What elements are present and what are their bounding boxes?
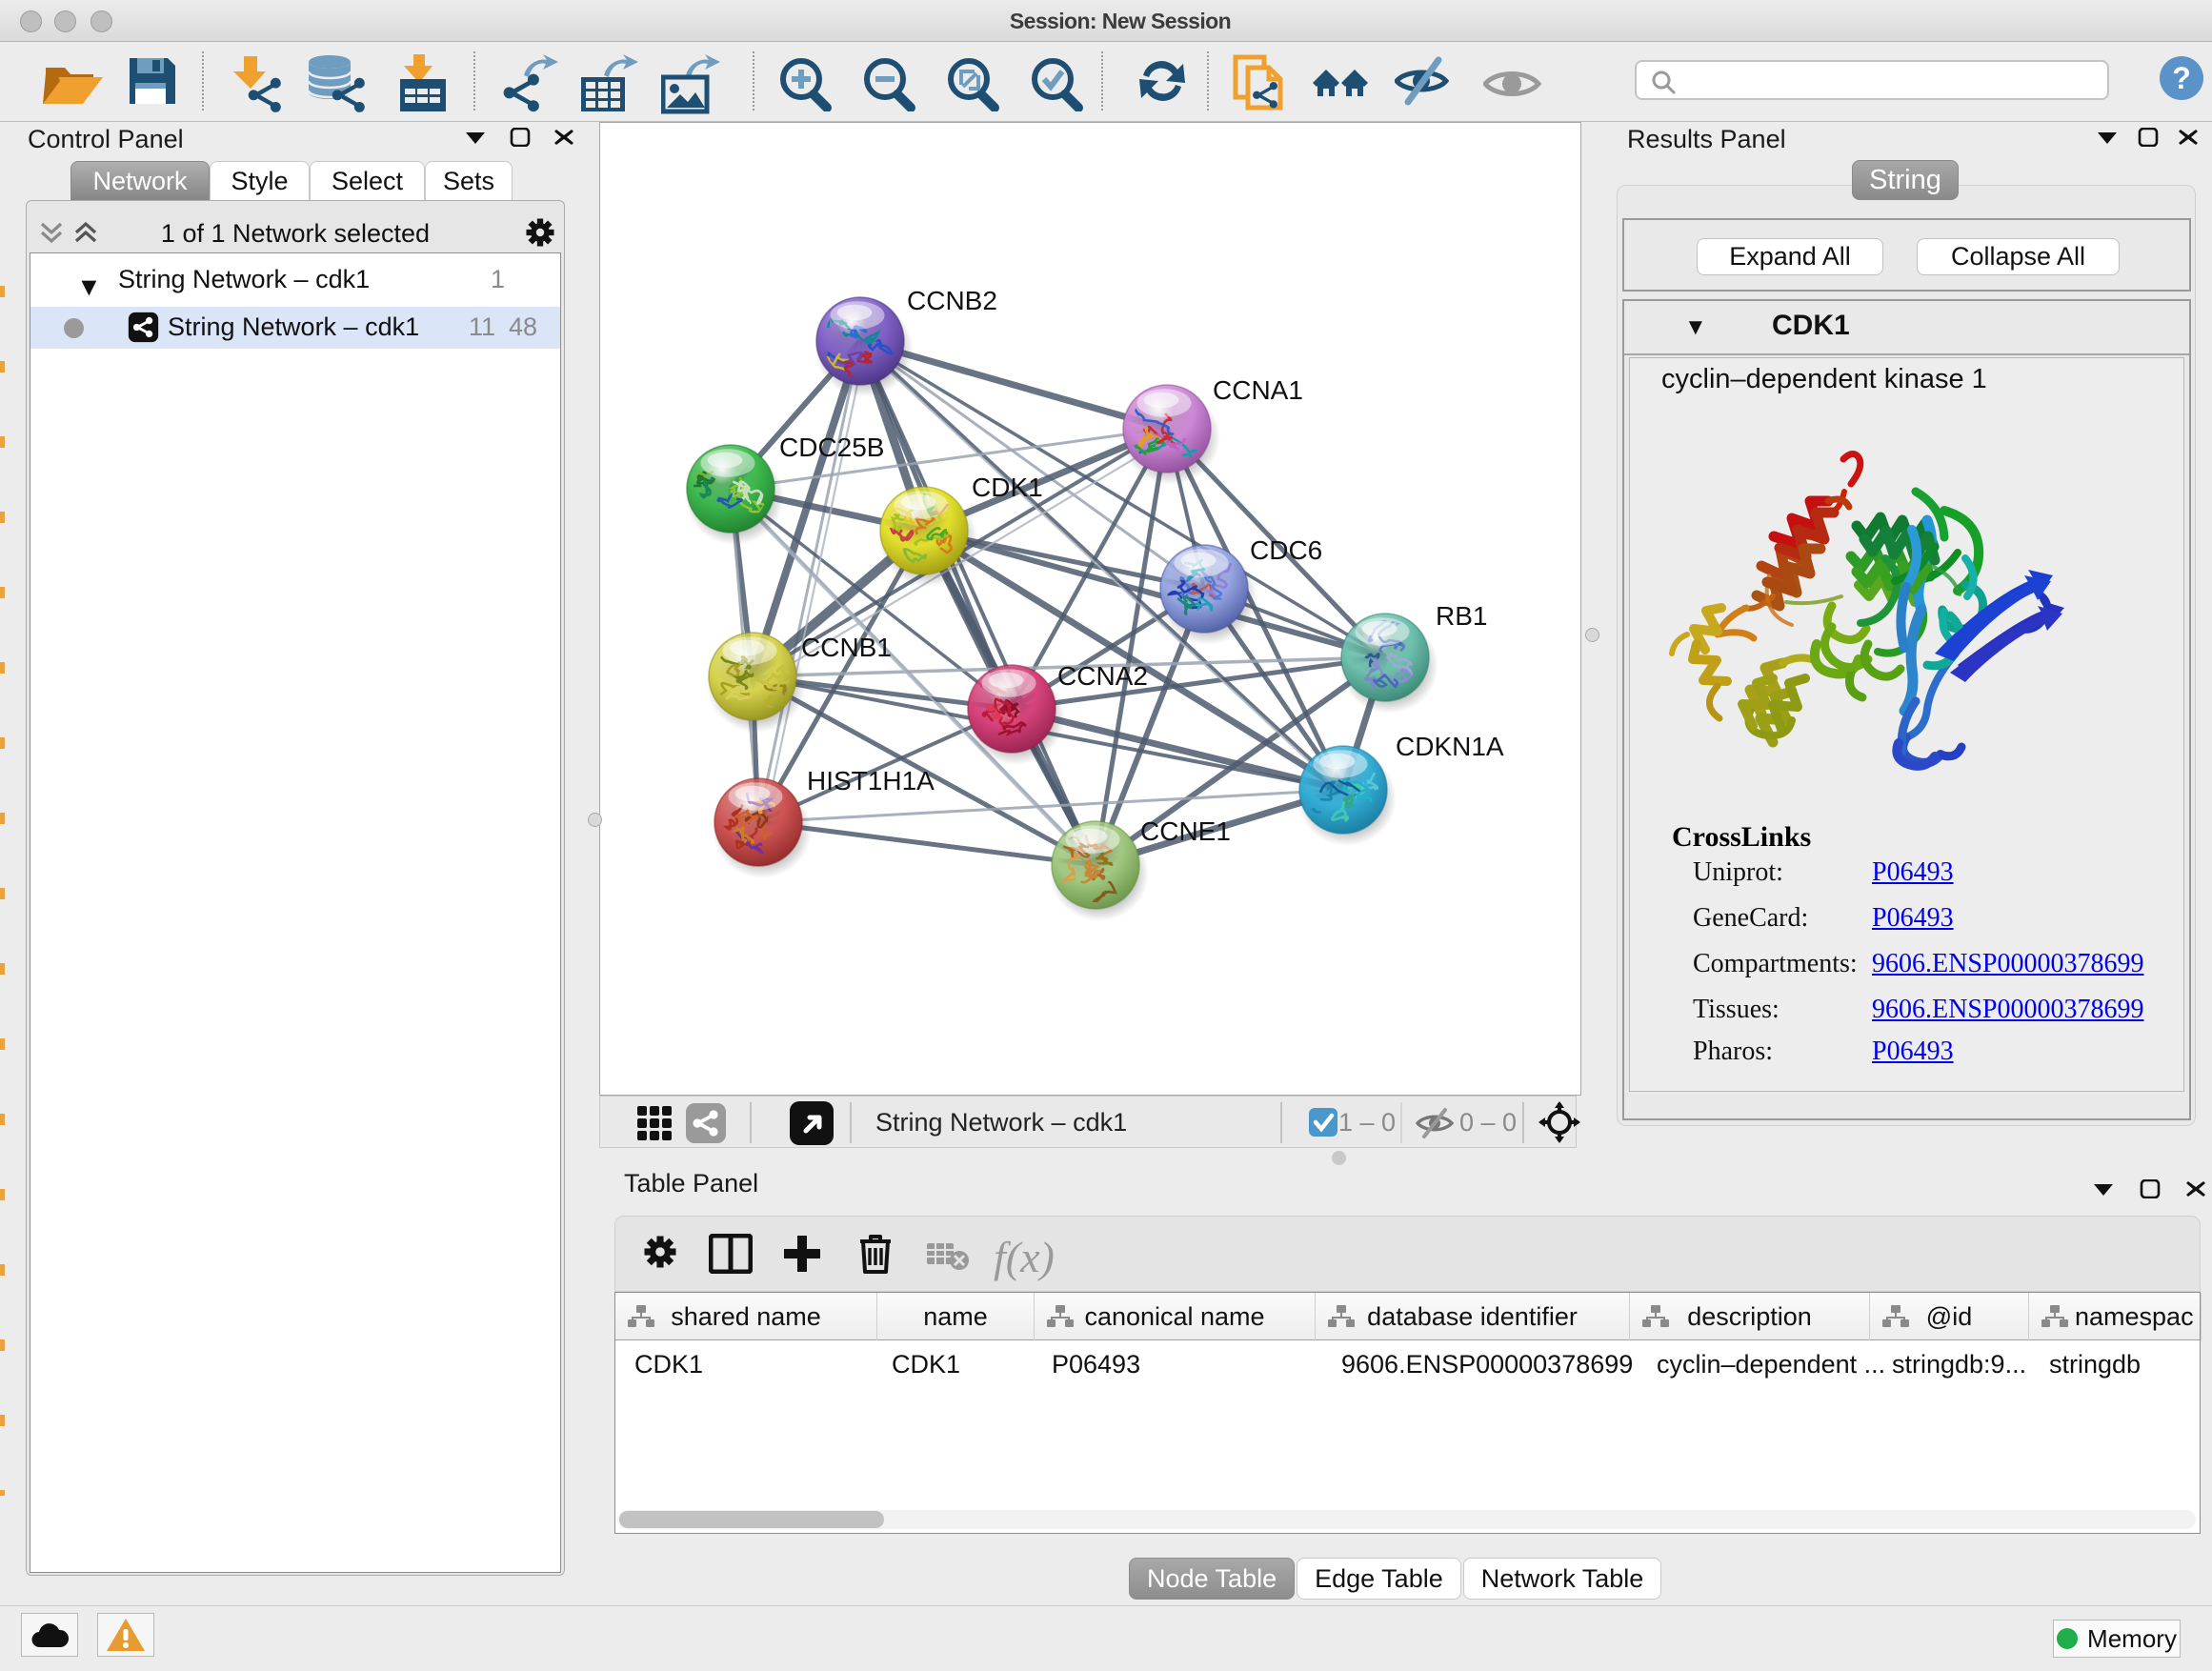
svg-text:CCNE1: CCNE1 (1140, 816, 1231, 846)
svg-text:CDK1: CDK1 (972, 473, 1043, 502)
svg-text:CCNB2: CCNB2 (907, 286, 997, 315)
svg-text:CCNA1: CCNA1 (1213, 375, 1303, 405)
svg-text:CCNB1: CCNB1 (801, 633, 892, 662)
svg-text:?: ? (2172, 61, 2191, 95)
svg-text:RB1: RB1 (1436, 601, 1487, 631)
svg-text:CCNA2: CCNA2 (1057, 661, 1148, 691)
svg-text:CDC25B: CDC25B (779, 433, 884, 462)
svg-text:HIST1H1A: HIST1H1A (807, 766, 935, 795)
svg-text:CDC6: CDC6 (1250, 535, 1322, 565)
svg-text:CDKN1A: CDKN1A (1396, 732, 1504, 761)
